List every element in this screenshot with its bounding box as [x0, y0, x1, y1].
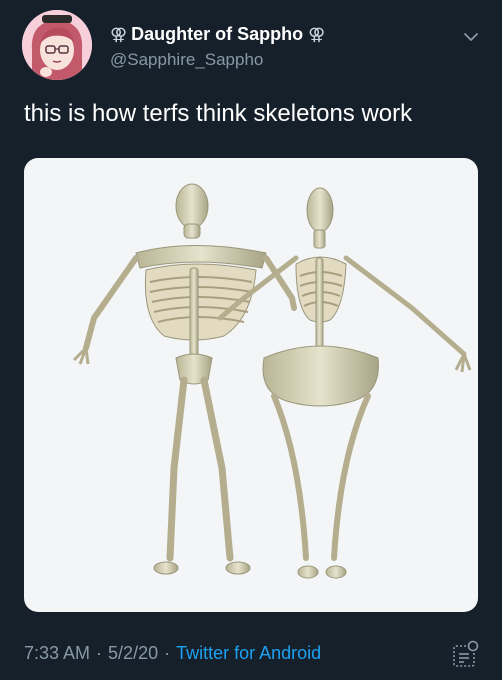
name-decoration-right: ⚢	[308, 25, 325, 44]
display-name[interactable]: ⚢ Daughter of Sappho ⚢	[110, 24, 325, 45]
tweet-image[interactable]	[24, 158, 478, 612]
tweet-date[interactable]: 5/2/20	[108, 643, 158, 663]
meta-separator: ·	[96, 643, 103, 663]
chevron-down-icon[interactable]	[462, 28, 480, 46]
name-decoration-left: ⚢	[110, 25, 127, 44]
display-name-text: Daughter of Sappho	[131, 24, 304, 44]
skeletons-image	[72, 183, 472, 579]
tweet-card: ⚢ Daughter of Sappho ⚢ @Sapphire_Sappho …	[0, 0, 502, 680]
tweet-meta: 7:33 AM · 5/2/20 · Twitter for Android	[24, 643, 321, 664]
analytics-icon[interactable]	[452, 640, 480, 670]
user-handle[interactable]: @Sapphire_Sappho	[110, 50, 263, 70]
tweet-text: this is how terfs think skeletons work	[24, 100, 413, 127]
meta-separator: ·	[164, 643, 171, 663]
avatar[interactable]	[22, 10, 92, 80]
tweet-time[interactable]: 7:33 AM	[24, 643, 90, 663]
tweet-source-link[interactable]: Twitter for Android	[176, 643, 321, 663]
tweet-header: ⚢ Daughter of Sappho ⚢ @Sapphire_Sappho	[22, 10, 488, 80]
